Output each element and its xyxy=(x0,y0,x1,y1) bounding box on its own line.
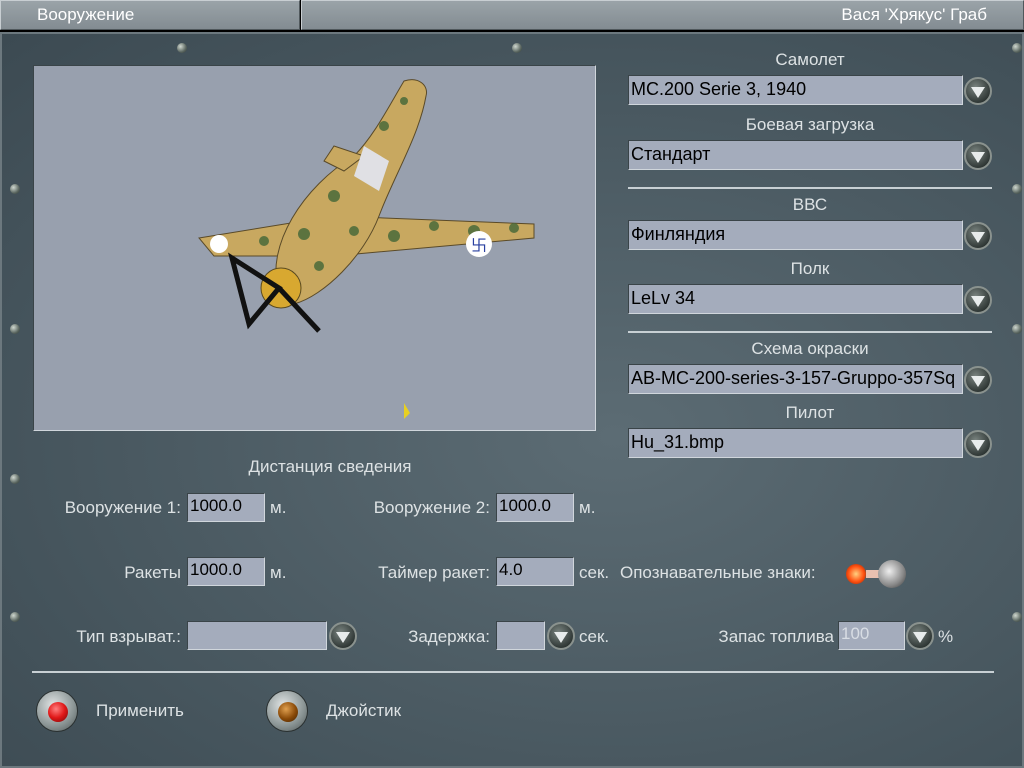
rocket-timer-unit: сек. xyxy=(579,563,610,582)
airforce-select[interactable]: Финляндия xyxy=(628,220,963,250)
apply-light-icon xyxy=(48,702,68,722)
weapon2-unit: м. xyxy=(579,498,596,517)
skin-label: Схема окраски xyxy=(751,339,869,358)
divider xyxy=(32,671,994,673)
markings-toggle[interactable] xyxy=(846,560,908,588)
page-title: Вооружение xyxy=(37,5,135,24)
airforce-label: ВВС xyxy=(792,195,828,214)
fuel-dropdown-arrow-icon[interactable] xyxy=(906,622,934,650)
rockets-unit: м. xyxy=(270,563,287,582)
delay-dropdown-arrow-icon[interactable] xyxy=(547,622,575,650)
regiment-label: Полк xyxy=(790,259,830,278)
loadout-dropdown-arrow-icon[interactable] xyxy=(964,142,992,170)
rocket-timer-label: Таймер ракет: xyxy=(378,563,490,582)
joystick-label[interactable]: Джойстик xyxy=(326,701,401,721)
skin-select[interactable]: AB-MC-200-series-3-157-Gruppo-357Sq xyxy=(628,364,963,394)
user-bar: Вася 'Хрякус' Граб xyxy=(301,0,1024,30)
aircraft-dropdown-arrow-icon[interactable] xyxy=(964,77,992,105)
delay-select[interactable] xyxy=(496,621,545,650)
aircraft-preview[interactable]: 卐 xyxy=(33,65,596,431)
toggle-light-icon xyxy=(846,564,866,584)
rocket-timer-input[interactable]: 4.0 xyxy=(496,557,574,586)
screw-icon xyxy=(1012,184,1022,194)
aircraft-model-image: 卐 xyxy=(198,79,535,333)
screw-icon xyxy=(10,474,20,484)
loadout-label: Боевая загрузка xyxy=(745,115,875,134)
rockets-input[interactable]: 1000.0 xyxy=(187,557,265,586)
pilot-label: Пилот xyxy=(785,403,835,422)
screw-icon xyxy=(1012,324,1022,334)
screw-icon xyxy=(10,324,20,334)
delay-label: Задержка: xyxy=(408,627,490,646)
weapon2-label: Вооружение 2: xyxy=(373,498,490,517)
weapon2-input[interactable]: 1000.0 xyxy=(496,493,574,522)
regiment-select[interactable]: LeLv 34 xyxy=(628,284,963,314)
svg-text:卐: 卐 xyxy=(471,237,487,255)
pilot-select[interactable]: Hu_31.bmp xyxy=(628,428,963,458)
screw-icon xyxy=(10,184,20,194)
mouse-cursor-icon xyxy=(404,403,410,419)
apply-label[interactable]: Применить xyxy=(96,701,184,721)
fuel-select[interactable]: 100 xyxy=(838,621,905,650)
weapon1-label: Вооружение 1: xyxy=(64,498,181,517)
pilot-dropdown-arrow-icon[interactable] xyxy=(964,430,992,458)
joystick-button[interactable] xyxy=(266,690,308,732)
screw-icon xyxy=(1012,43,1022,53)
apply-button[interactable] xyxy=(36,690,78,732)
convergence-title: Дистанция сведения xyxy=(248,457,412,476)
fuel-label: Запас топлива xyxy=(718,627,834,646)
regiment-dropdown-arrow-icon[interactable] xyxy=(964,286,992,314)
title-bar: Вооружение xyxy=(0,0,300,30)
screw-icon xyxy=(1012,612,1022,622)
divider xyxy=(628,187,992,189)
loadout-select[interactable]: Стандарт xyxy=(628,140,963,170)
screw-icon xyxy=(177,43,187,53)
skin-dropdown-arrow-icon[interactable] xyxy=(964,366,992,394)
user-name: Вася 'Хрякус' Граб xyxy=(841,5,987,24)
divider xyxy=(628,331,992,333)
screw-icon xyxy=(512,43,522,53)
fuel-unit: % xyxy=(938,627,954,646)
fuze-type-label: Тип взрыват.: xyxy=(76,627,181,646)
toggle-switch-icon xyxy=(878,560,906,588)
delay-unit: сек. xyxy=(579,627,610,646)
aircraft-label: Самолет xyxy=(775,50,845,69)
weapon1-unit: м. xyxy=(270,498,287,517)
joystick-light-icon xyxy=(278,702,298,722)
markings-label: Опознавательные знаки: xyxy=(620,563,816,582)
weapon1-input[interactable]: 1000.0 xyxy=(187,493,265,522)
screw-icon xyxy=(10,612,20,622)
rockets-label: Ракеты xyxy=(124,563,181,582)
aircraft-select[interactable]: MC.200 Serie 3, 1940 xyxy=(628,75,963,105)
airforce-dropdown-arrow-icon[interactable] xyxy=(964,222,992,250)
